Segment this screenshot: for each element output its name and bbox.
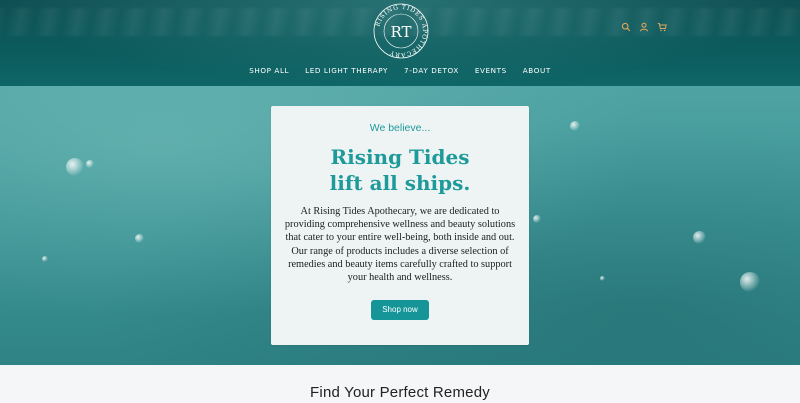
- remedy-section: Find Your Perfect Remedy: [0, 365, 800, 403]
- logo-monogram: RT: [390, 23, 411, 41]
- bubble-decoration: [135, 234, 144, 243]
- bubble-decoration: [66, 158, 84, 176]
- bubble-decoration: [600, 276, 605, 281]
- shop-now-button[interactable]: Shop now: [371, 300, 429, 321]
- bubble-decoration: [86, 160, 94, 168]
- bubble-decoration: [42, 256, 48, 262]
- bubble-decoration: [693, 231, 706, 244]
- section-title: Find Your Perfect Remedy: [310, 384, 490, 401]
- hero-headline-line2: lift all ships.: [329, 171, 471, 195]
- hero-card: We believe... Rising Tides lift all ship…: [271, 106, 529, 345]
- bubble-decoration: [570, 121, 580, 131]
- search-icon[interactable]: [621, 22, 631, 32]
- header-icons: [621, 22, 667, 32]
- bubble-decoration: [740, 272, 760, 292]
- account-icon[interactable]: [639, 22, 649, 32]
- logo-emblem-icon: RISING TIDES APOTHECARY RT: [373, 3, 429, 59]
- site-header: RISING TIDES APOTHECARY RT SHOP ALL LED …: [0, 0, 800, 86]
- nav-item-7-day-detox[interactable]: 7-DAY DETOX: [398, 66, 465, 76]
- bubble-decoration: [533, 215, 541, 223]
- cart-icon[interactable]: [657, 22, 667, 32]
- nav-item-events[interactable]: EVENTS: [469, 66, 513, 76]
- hero-body-text: At Rising Tides Apothecary, we are dedic…: [284, 206, 516, 284]
- nav-item-shop-all[interactable]: SHOP ALL: [243, 66, 295, 76]
- site-logo[interactable]: RISING TIDES APOTHECARY RT: [372, 2, 430, 60]
- main-nav: SHOP ALL LED LIGHT THERAPY 7-DAY DETOX E…: [0, 66, 800, 76]
- nav-item-about[interactable]: ABOUT: [517, 66, 557, 76]
- hero-eyebrow: We believe...: [369, 122, 431, 134]
- nav-item-led-light-therapy[interactable]: LED LIGHT THERAPY: [299, 66, 394, 76]
- hero-headline-line1: Rising Tides: [330, 145, 470, 169]
- hero-headline: Rising Tides lift all ships.: [271, 144, 529, 196]
